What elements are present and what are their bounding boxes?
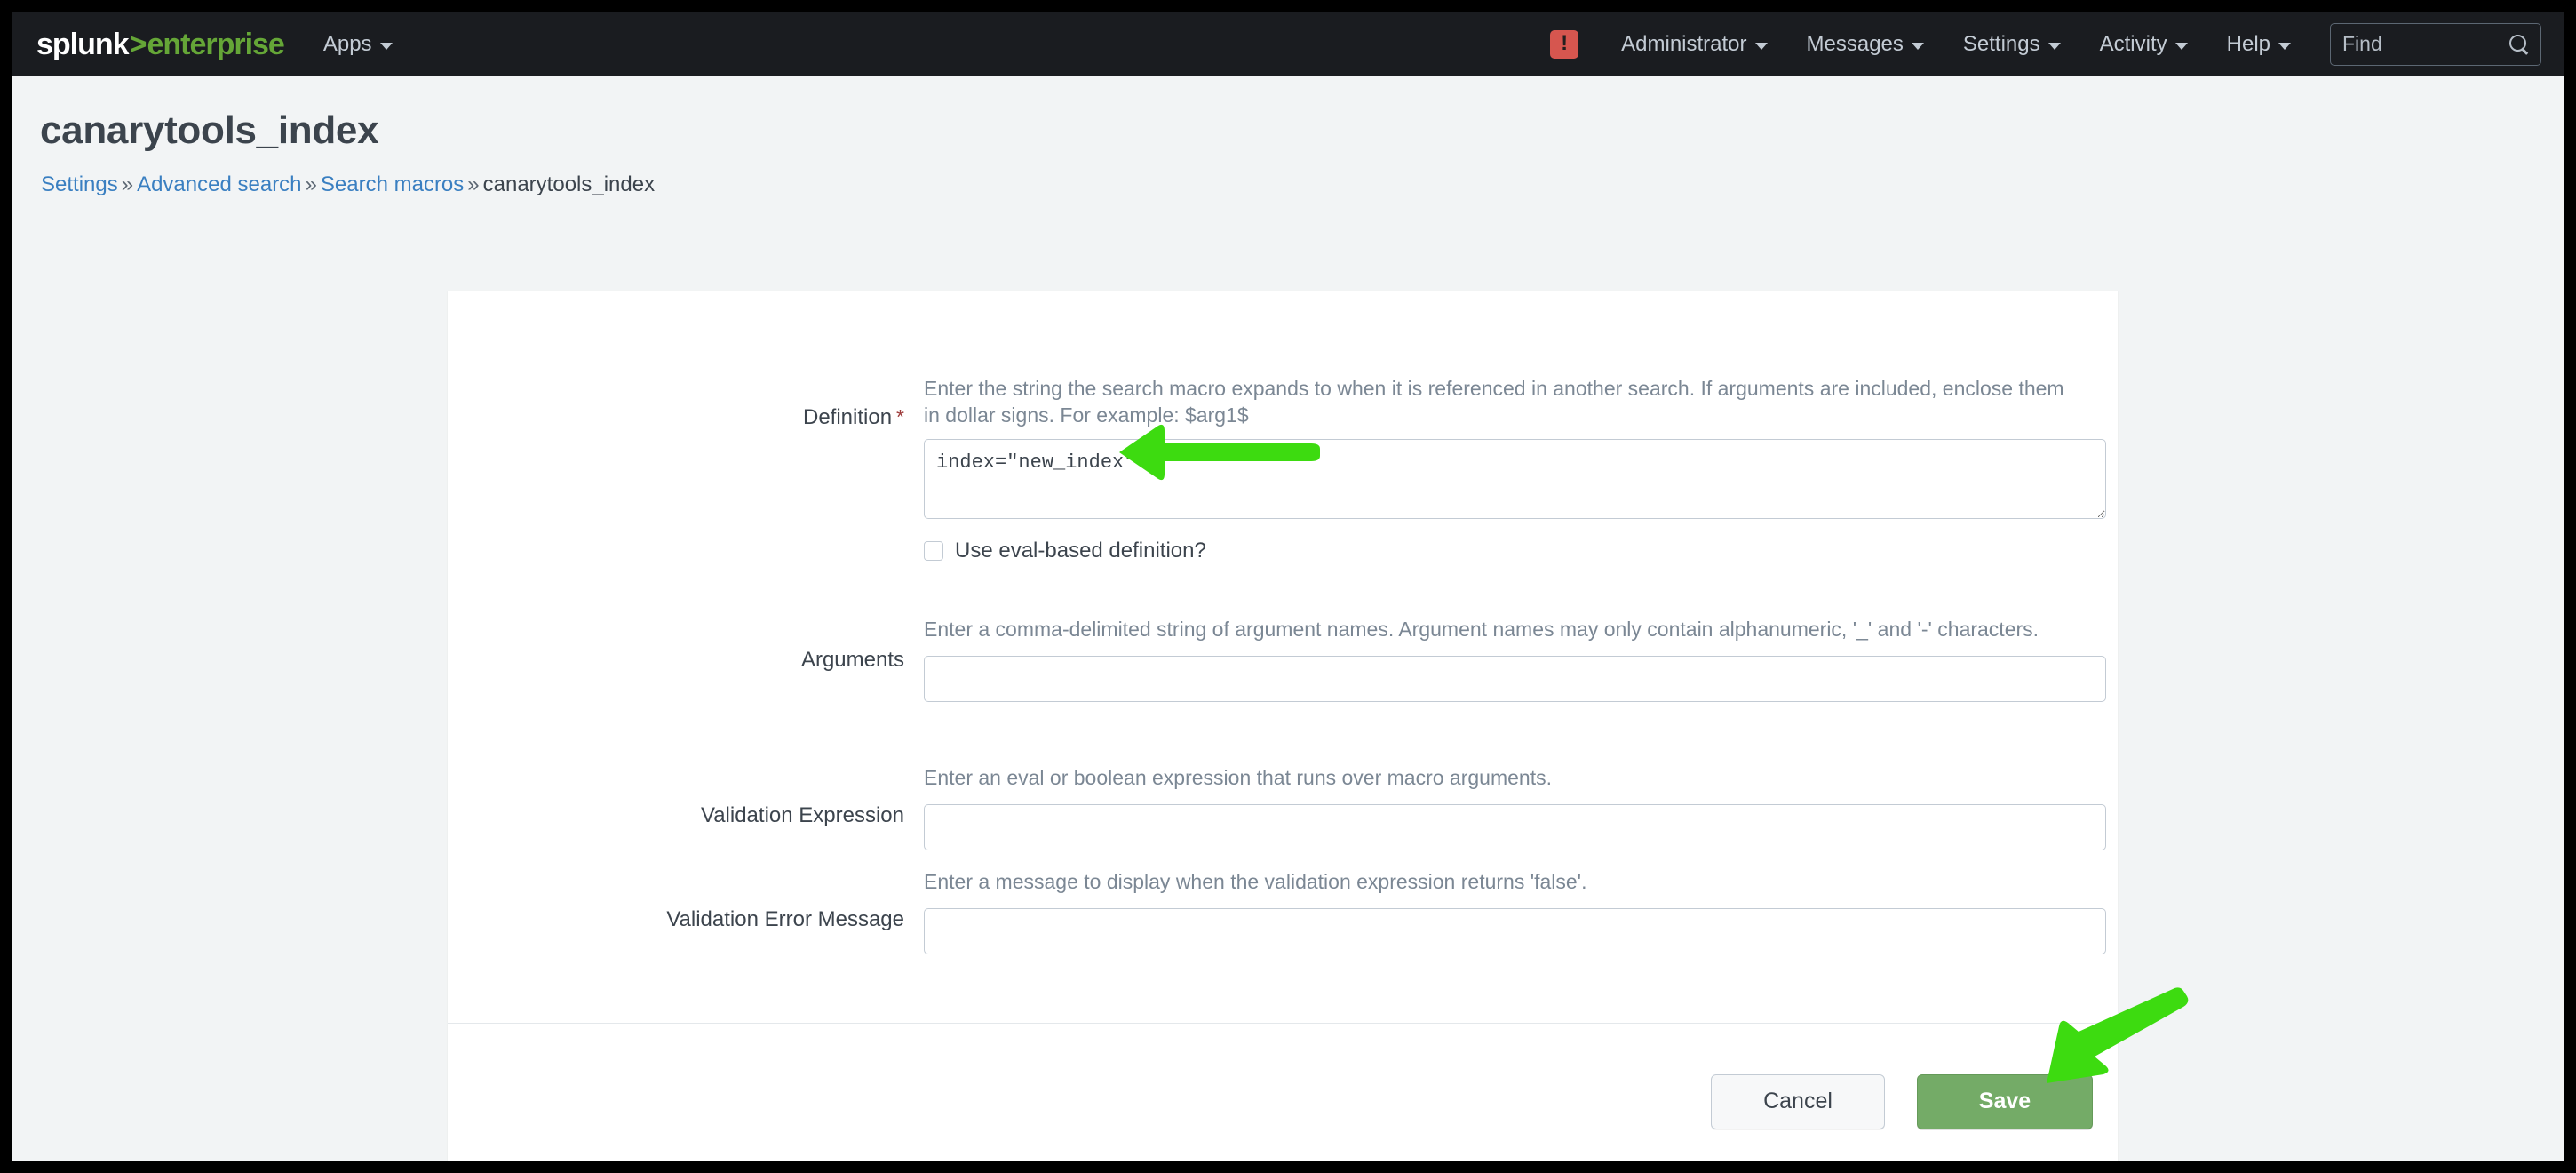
form-body: Definition * Enter the string the search … bbox=[448, 291, 2118, 1023]
definition-control: Enter the string the search macro expand… bbox=[924, 375, 2131, 563]
nav-item-activity[interactable]: Activity bbox=[2100, 32, 2188, 57]
breadcrumb-item-advanced-search[interactable]: Advanced search bbox=[137, 172, 301, 196]
arguments-help-text: Enter a comma-delimited string of argume… bbox=[924, 618, 2039, 641]
nav-item-settings-label: Settings bbox=[1962, 31, 2040, 56]
splunk-enterprise-logo[interactable]: splunk > enterprise bbox=[36, 27, 285, 61]
arguments-input[interactable] bbox=[924, 656, 2106, 703]
find-input-placeholder: Find bbox=[2342, 32, 2382, 55]
nav-item-activity-label: Activity bbox=[2099, 31, 2167, 56]
nav-item-administrator[interactable]: Administrator bbox=[1621, 31, 1768, 57]
nav-item-messages[interactable]: Messages bbox=[1807, 32, 1924, 57]
breadcrumb-separator: » bbox=[305, 172, 317, 196]
search-macro-form-card: Definition * Enter the string the search … bbox=[448, 291, 2118, 1161]
breadcrumb-item-current: canarytools_index bbox=[482, 172, 656, 196]
validation-error-message-help-text: Enter a message to display when the vali… bbox=[924, 870, 1587, 893]
form-row-arguments: Arguments Enter a comma-delimited string… bbox=[448, 616, 2118, 703]
validation-expression-label: Validation Expression bbox=[448, 764, 924, 850]
nav-item-apps-label: Apps bbox=[322, 31, 372, 56]
breadcrumb-item-settings[interactable]: Settings bbox=[41, 172, 118, 196]
form-row-validation-error-message: Validation Error Message Enter a message… bbox=[448, 868, 2118, 955]
nav-item-administrator-label: Administrator bbox=[1621, 31, 1747, 56]
eval-based-definition-row[interactable]: Use eval-based definition? bbox=[924, 539, 2106, 563]
save-button[interactable]: Save bbox=[1917, 1073, 2093, 1129]
validation-error-message-label-text: Validation Error Message bbox=[666, 907, 904, 931]
arguments-label: Arguments bbox=[448, 616, 924, 702]
definition-help-text: Enter the string the search macro expand… bbox=[924, 377, 2064, 427]
validation-expression-input[interactable] bbox=[924, 804, 2106, 851]
breadcrumb: Settings» Advanced search» Search macros» c… bbox=[41, 172, 655, 197]
search-icon[interactable] bbox=[2509, 34, 2529, 54]
breadcrumb-separator: » bbox=[121, 172, 134, 196]
form-footer: Cancel Save bbox=[448, 1023, 2118, 1161]
nav-item-messages-label: Messages bbox=[1806, 31, 1904, 56]
app-window: splunk > enterprise Apps ! Administrator M… bbox=[12, 12, 2564, 1161]
validation-error-message-control: Enter a message to display when the vali… bbox=[924, 868, 2131, 955]
find-search-input[interactable]: Find bbox=[2330, 22, 2541, 66]
breadcrumb-separator: » bbox=[467, 172, 480, 196]
logo-chevron-icon: > bbox=[129, 27, 147, 61]
cancel-button[interactable]: Cancel bbox=[1711, 1073, 1885, 1129]
eval-based-definition-label[interactable]: Use eval-based definition? bbox=[955, 539, 1206, 563]
validation-expression-help-text: Enter an eval or boolean expression that… bbox=[924, 766, 1552, 789]
validation-error-message-label: Validation Error Message bbox=[448, 868, 924, 954]
definition-label: Definition * bbox=[448, 375, 924, 563]
definition-textarea[interactable] bbox=[924, 438, 2106, 519]
nav-item-settings[interactable]: Settings bbox=[1963, 32, 2061, 57]
page-heading-area: canarytools_index Settings» Advanced sear… bbox=[12, 76, 2564, 235]
arguments-label-text: Arguments bbox=[800, 648, 904, 672]
nav-item-help[interactable]: Help bbox=[2227, 32, 2291, 57]
chevron-down-icon bbox=[2278, 42, 2291, 50]
eval-based-definition-checkbox[interactable] bbox=[924, 540, 943, 561]
page-title: canarytools_index bbox=[40, 108, 379, 152]
chevron-down-icon bbox=[2047, 42, 2061, 50]
required-asterisk: * bbox=[896, 405, 904, 428]
warning-badge-glyph: ! bbox=[1561, 30, 1569, 55]
top-navigation-right-group: ! Administrator Messages Settings Activi… bbox=[1550, 22, 2564, 66]
chevron-down-icon bbox=[379, 42, 393, 50]
validation-error-message-input[interactable] bbox=[924, 908, 2106, 955]
top-navigation-bar: splunk > enterprise Apps ! Administrator M… bbox=[12, 12, 2564, 76]
breadcrumb-item-search-macros[interactable]: Search macros bbox=[321, 172, 464, 196]
chevron-down-icon bbox=[1911, 42, 1924, 50]
logo-product-text: enterprise bbox=[147, 27, 284, 61]
nav-item-apps[interactable]: Apps bbox=[323, 32, 393, 57]
chevron-down-icon bbox=[2174, 42, 2188, 50]
validation-expression-control: Enter an eval or boolean expression that… bbox=[924, 764, 2131, 851]
chevron-down-icon bbox=[1754, 42, 1768, 50]
warning-badge-icon[interactable]: ! bbox=[1550, 29, 1579, 59]
arguments-control: Enter a comma-delimited string of argume… bbox=[924, 616, 2131, 703]
form-row-validation-expression: Validation Expression Enter an eval or b… bbox=[448, 764, 2118, 851]
logo-brand-text: splunk bbox=[36, 27, 130, 61]
nav-item-help-label: Help bbox=[2226, 31, 2270, 56]
validation-expression-label-text: Validation Expression bbox=[700, 803, 904, 827]
definition-label-text: Definition bbox=[802, 405, 893, 429]
form-row-definition: Definition * Enter the string the search … bbox=[448, 375, 2118, 563]
